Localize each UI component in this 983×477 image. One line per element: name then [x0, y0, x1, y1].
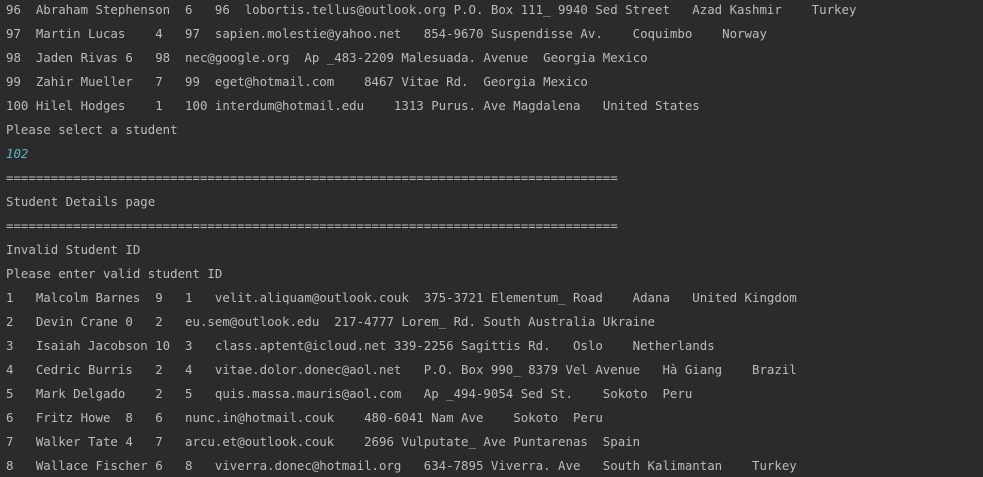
console-line: 100 Hilel Hodges 1 100 interdum@hotmail.…: [6, 98, 700, 113]
console-output[interactable]: 96 Abraham Stephenson 6 96 lobortis.tell…: [0, 0, 983, 475]
console-user-input: 102: [6, 146, 29, 161]
console-line: 98 Jaden Rivas 6 98 nec@google.org Ap _4…: [6, 50, 648, 65]
console-line: 97 Martin Lucas 4 97 sapien.molestie@yah…: [6, 26, 767, 41]
console-separator: ========================================…: [6, 218, 618, 233]
console-error-message: Invalid Student ID: [6, 242, 141, 257]
console-line: 3 Isaiah Jacobson 10 3 class.aptent@iclo…: [6, 338, 715, 353]
console-heading: Student Details page: [6, 194, 156, 209]
console-line: 2 Devin Crane 0 2 eu.sem@outlook.edu 217…: [6, 314, 656, 329]
console-line: 6 Fritz Howe 8 6 nunc.in@hotmail.couk 48…: [6, 410, 603, 425]
console-prompt: Please select a student: [6, 122, 178, 137]
console-line: 99 Zahir Mueller 7 99 eget@hotmail.com 8…: [6, 74, 588, 89]
console-line: 96 Abraham Stephenson 6 96 lobortis.tell…: [6, 2, 857, 17]
console-separator: ========================================…: [6, 170, 618, 185]
console-line: 5 Mark Delgado 2 5 quis.massa.mauris@aol…: [6, 386, 693, 401]
console-line: 1 Malcolm Barnes 9 1 velit.aliquam@outlo…: [6, 290, 797, 305]
console-prompt: Please enter valid student ID: [6, 266, 223, 281]
console-line: 7 Walker Tate 4 7 arcu.et@outlook.couk 2…: [6, 434, 641, 449]
console-line: 8 Wallace Fischer 6 8 viverra.donec@hotm…: [6, 458, 797, 473]
console-line: 4 Cedric Burris 2 4 vitae.dolor.donec@ao…: [6, 362, 797, 377]
